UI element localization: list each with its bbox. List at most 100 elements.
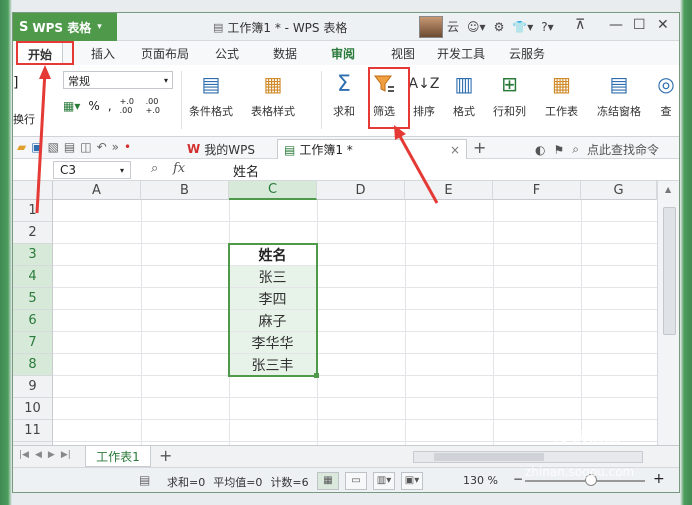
insert-function-button[interactable]: fx [173, 161, 185, 176]
settings-icon[interactable]: ⚙ [494, 20, 505, 34]
minimize-icon[interactable]: — [609, 17, 623, 33]
select-all-corner[interactable] [13, 181, 53, 200]
close-icon[interactable]: ✕ [657, 17, 669, 33]
cell-c6[interactable]: 麻子 [229, 310, 317, 332]
table-style-button[interactable]: ▦ 表格样式 [251, 71, 295, 119]
comma-button[interactable]: ‚ [108, 99, 112, 113]
sheet-tab-1[interactable]: 工作表1 [85, 446, 151, 467]
scroll-thumb[interactable] [663, 207, 676, 335]
currency-icon[interactable]: ▦▾ [63, 99, 80, 113]
prev-sheet-icon[interactable]: ◀ [35, 450, 42, 460]
highlight-filter-button [368, 67, 410, 129]
tab-data[interactable]: 数据 [273, 45, 297, 62]
tab-current-workbook[interactable]: ▤ 工作簿1 * × [277, 139, 467, 159]
row-header[interactable]: 11 [13, 420, 53, 442]
page-layout-view-icon[interactable]: ▥▾ [373, 472, 395, 490]
undo-icon[interactable]: ↶ [97, 140, 107, 154]
export-pdf-icon[interactable]: ▧ [48, 140, 59, 154]
first-sheet-icon[interactable]: |◀ [19, 450, 29, 460]
tab-cloud-service[interactable]: 云服务 [509, 45, 545, 62]
help-icon[interactable]: ?▾ [541, 20, 553, 34]
column-header-f[interactable]: F [493, 181, 581, 200]
zoom-out-icon[interactable]: − [513, 472, 523, 486]
skin-icon[interactable]: ◐ [535, 143, 545, 157]
print-icon[interactable]: ▤ [64, 140, 75, 154]
tab-developer[interactable]: 开发工具 [437, 45, 485, 62]
tab-review[interactable]: 审阅 [331, 45, 355, 62]
open-folder-icon[interactable]: ▰ [17, 140, 26, 154]
worksheet-button[interactable]: ▦ 工作表 [545, 71, 578, 119]
page-break-view-icon[interactable]: ▭ [345, 472, 367, 490]
cell-c7[interactable]: 李华华 [229, 332, 317, 354]
tab-my-wps[interactable]: W 我的WPS [181, 139, 261, 159]
horizontal-scroll-thumb[interactable] [434, 453, 544, 461]
row-header[interactable]: 5 [13, 288, 53, 310]
name-box[interactable]: C3 ▾ [53, 161, 131, 179]
freeze-panes-button[interactable]: ▤ 冻结窗格 [597, 71, 641, 119]
number-format-select[interactable]: 常规 ▾ [63, 71, 173, 89]
cell-c4[interactable]: 张三 [229, 266, 317, 288]
column-header-g[interactable]: G [581, 181, 657, 200]
column-header-b[interactable]: B [141, 181, 229, 200]
zoom-search-icon[interactable]: ⌕ [151, 161, 158, 176]
row-header[interactable]: 10 [13, 398, 53, 420]
cell-c8[interactable]: 张三丰 [229, 354, 317, 376]
row-header[interactable]: 9 [13, 376, 53, 398]
app-menu-button[interactable]: S WPS 表格 ▾ [13, 13, 117, 41]
status-doc-icon[interactable]: ▤ [139, 473, 150, 487]
rows-columns-button[interactable]: ⊞ 行和列 [493, 71, 526, 119]
tab-page-layout[interactable]: 页面布局 [141, 45, 189, 62]
column-header-e[interactable]: E [405, 181, 493, 200]
find-button[interactable]: ◎ 查 [653, 71, 679, 119]
scroll-up-icon[interactable]: ▲ [665, 185, 671, 194]
command-search-input[interactable]: 点此查找命令 [587, 141, 659, 158]
more-icon[interactable]: » [112, 140, 119, 154]
sum-button[interactable]: Σ 求和 [331, 71, 357, 119]
zoom-in-icon[interactable]: + [653, 471, 665, 487]
decrease-decimal-button[interactable]: .00 +.0 [146, 97, 164, 115]
vertical-scrollbar[interactable]: ▲ [657, 181, 679, 445]
row-header[interactable]: 6 [13, 310, 53, 332]
flag-icon[interactable]: ⚑ [553, 143, 564, 157]
add-sheet-button[interactable]: + [159, 446, 172, 465]
shirt-icon[interactable]: 👕▾ [512, 20, 533, 34]
tab-insert[interactable]: 插入 [91, 45, 115, 62]
column-header-c[interactable]: C [229, 181, 317, 200]
customize-icon[interactable]: • [124, 140, 131, 154]
column-header-a[interactable]: A [53, 181, 141, 200]
smiley-icon[interactable]: ☺▾ [467, 20, 486, 34]
tab-view[interactable]: 视图 [391, 45, 415, 62]
wrap-text-label[interactable]: 换行 [13, 111, 35, 127]
cell-c5[interactable]: 李四 [229, 288, 317, 310]
tab-formulas[interactable]: 公式 [215, 45, 239, 62]
print-preview-icon[interactable]: ◫ [80, 140, 91, 154]
normal-view-icon[interactable]: ▦ [317, 472, 339, 490]
conditional-format-button[interactable]: ▤ 条件格式 [189, 71, 233, 119]
percent-button[interactable]: % [88, 99, 99, 113]
new-tab-icon[interactable]: + [473, 138, 486, 157]
row-header[interactable]: 4 [13, 266, 53, 288]
horizontal-scrollbar[interactable] [413, 451, 643, 463]
next-sheet-icon[interactable]: ▶ [48, 450, 55, 460]
sort-button[interactable]: A↓Z 排序 [409, 71, 440, 119]
fill-handle[interactable] [314, 373, 319, 378]
row-header[interactable]: 7 [13, 332, 53, 354]
maximize-icon[interactable]: ☐ [633, 17, 646, 33]
column-header-d[interactable]: D [317, 181, 405, 200]
increase-decimal-button[interactable]: +.0 .00 [120, 97, 138, 115]
last-sheet-icon[interactable]: ▶| [61, 450, 71, 460]
row-header[interactable]: 3 [13, 244, 53, 266]
row-header[interactable]: 1 [13, 200, 53, 222]
close-tab-icon[interactable]: × [450, 143, 460, 157]
reading-view-icon[interactable]: ▣▾ [401, 472, 423, 490]
row-header[interactable]: 8 [13, 354, 53, 376]
user-name[interactable]: 云 [447, 18, 459, 35]
zoom-level[interactable]: 130 % [463, 474, 498, 487]
format-button[interactable]: ▥ 格式 [451, 71, 477, 119]
avatar[interactable] [419, 16, 443, 38]
formula-input[interactable]: 姓名 [227, 161, 677, 180]
save-icon[interactable]: ▣ [31, 140, 42, 154]
cell-c3-header[interactable]: 姓名 [229, 244, 317, 266]
row-header[interactable]: 2 [13, 222, 53, 244]
restore-ribbon-icon[interactable]: ⊼ [575, 17, 585, 33]
